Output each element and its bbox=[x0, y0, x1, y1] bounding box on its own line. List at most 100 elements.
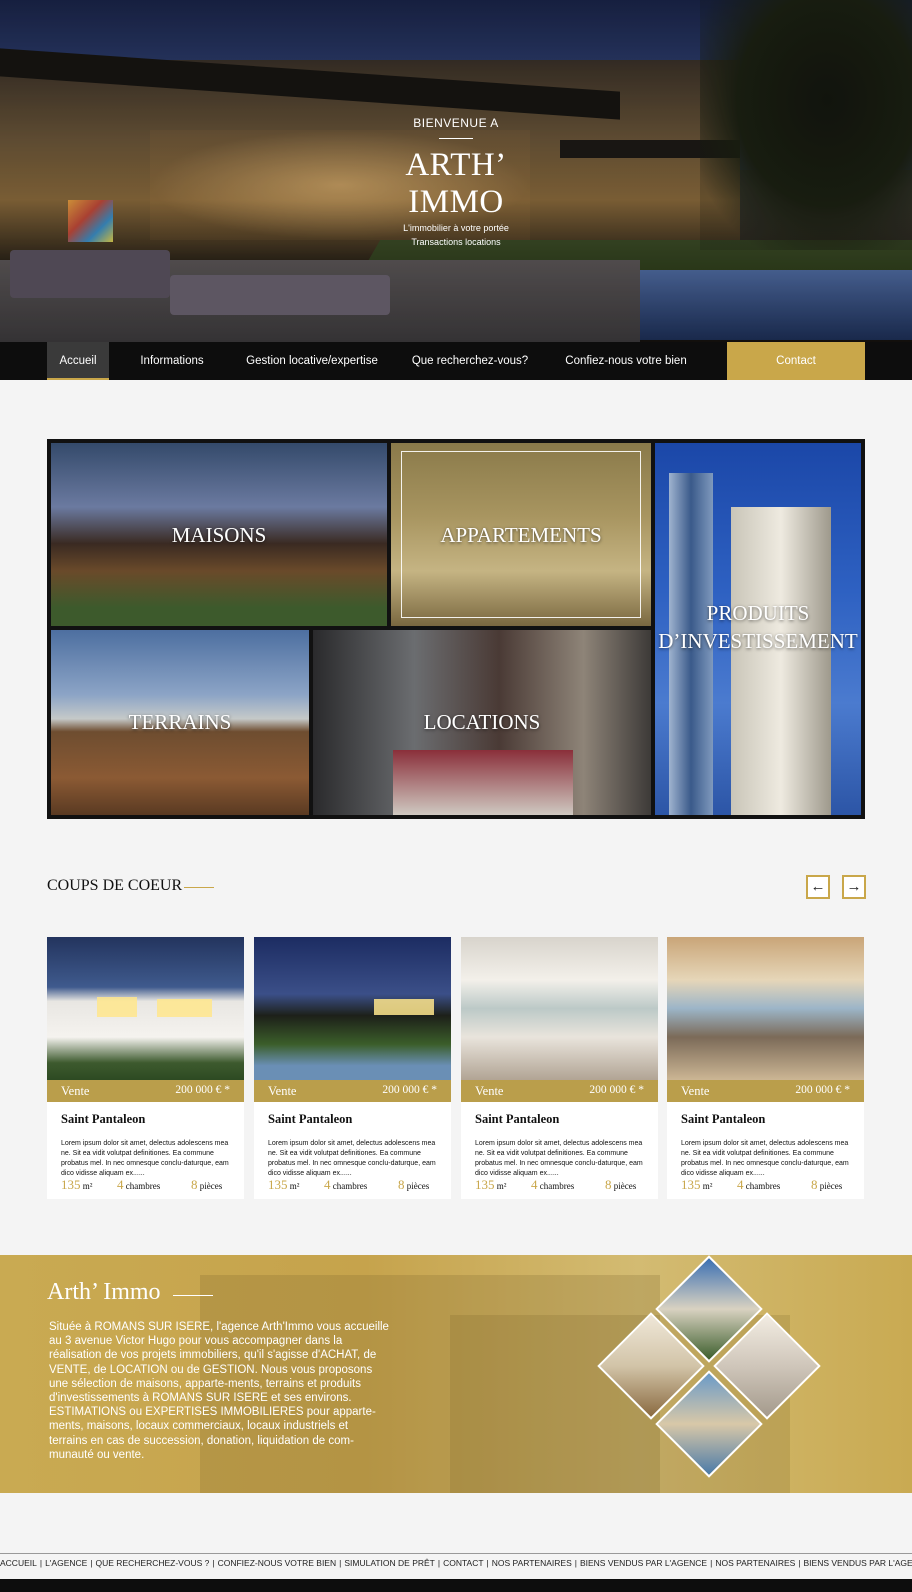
hero-subtitle-1: L'immobilier à votre portée bbox=[403, 223, 509, 233]
footer-link-confiez[interactable]: CONFIEZ-NOUS VOTRE BIEN bbox=[218, 1558, 337, 1568]
property-city: Saint Pantaleon bbox=[475, 1112, 560, 1126]
lit-window bbox=[157, 999, 212, 1017]
nav-item-que-recherchez[interactable]: Que recherchez-vous? bbox=[405, 342, 535, 380]
tile-appartements[interactable]: APPARTEMENTS bbox=[391, 443, 651, 626]
property-city: Saint Pantaleon bbox=[268, 1112, 353, 1126]
footer-link-accueil[interactable]: ACCUEIL bbox=[0, 1558, 37, 1568]
footer-separator: | bbox=[798, 1558, 801, 1568]
hero-kicker: BIENVENUE A bbox=[413, 116, 499, 130]
property-rooms: 4 bbox=[737, 1177, 744, 1192]
tile-locations-label: LOCATIONS bbox=[423, 710, 541, 734]
property-photo bbox=[667, 937, 864, 1080]
about-title: Arth’ Immo bbox=[47, 1279, 161, 1305]
footer-separator: | bbox=[574, 1558, 577, 1568]
property-surface: 135 bbox=[268, 1177, 288, 1192]
hero-text: BIENVENUE A ARTH’ IMMO L'immobilier à vo… bbox=[356, 116, 556, 249]
property-price-bar: Vente 200 000 € * bbox=[254, 1080, 451, 1102]
nav-item-informations[interactable]: Informations bbox=[124, 342, 220, 380]
bottom-bar bbox=[0, 1579, 912, 1592]
footer-separator: | bbox=[437, 1558, 441, 1568]
section-title-rule bbox=[184, 887, 214, 888]
property-surface: 135 bbox=[475, 1177, 495, 1192]
property-photo bbox=[254, 937, 451, 1080]
property-price: 200 000 € * bbox=[175, 1084, 230, 1096]
property-pieces-label: pièces bbox=[613, 1181, 637, 1191]
property-surface-unit: m² bbox=[702, 1181, 713, 1191]
property-surface-unit: m² bbox=[496, 1181, 507, 1191]
property-card[interactable]: Vente 200 000 € * Saint Pantaleon Lorem … bbox=[461, 937, 658, 1199]
page: BIENVENUE A ARTH’ IMMO L'immobilier à vo… bbox=[0, 0, 912, 1592]
carousel-next-button[interactable]: → bbox=[842, 875, 866, 899]
about-title-rule bbox=[173, 1295, 213, 1296]
property-price-bar: Vente 200 000 € * bbox=[47, 1080, 244, 1102]
property-surface: 135 bbox=[61, 1177, 81, 1192]
property-rooms: 4 bbox=[531, 1177, 538, 1192]
tile-locations[interactable]: LOCATIONS bbox=[313, 630, 651, 815]
property-surface: 135 bbox=[681, 1177, 701, 1192]
footer-link-partenaires[interactable]: NOS PARTENAIRES bbox=[492, 1558, 572, 1568]
footer-link-biens-vendus-2[interactable]: BIENS VENDUS PAR L'AGENCE bbox=[804, 1558, 912, 1568]
property-rooms-label: chambres bbox=[745, 1181, 781, 1191]
hero-banner: BIENVENUE A ARTH’ IMMO L'immobilier à vo… bbox=[0, 0, 912, 342]
property-pieces: 8 bbox=[398, 1177, 405, 1192]
about-section: Arth’ Immo Située à ROMANS SUR ISERE, l'… bbox=[0, 1255, 912, 1493]
property-pieces: 8 bbox=[811, 1177, 818, 1192]
property-card[interactable]: Vente 200 000 € * Saint Pantaleon Lorem … bbox=[254, 937, 451, 1199]
property-price-bar: Vente 200 000 € * bbox=[461, 1080, 658, 1102]
section-title-coups-de-coeur: COUPS DE COEUR bbox=[47, 877, 183, 894]
property-photo bbox=[461, 937, 658, 1080]
footer-link-biens-vendus[interactable]: BIENS VENDUS PAR L'AGENCE bbox=[580, 1558, 707, 1568]
nav-item-accueil[interactable]: Accueil bbox=[47, 342, 109, 380]
tile-produits-investissement[interactable]: PRODUITS D’INVESTISSEMENT bbox=[655, 443, 861, 815]
hero-divider bbox=[439, 138, 473, 139]
footer-link-contact[interactable]: CONTACT bbox=[443, 1558, 483, 1568]
footer-links: ACCUEIL | L'AGENCE | QUE RECHERCHEZ-VOUS ? | C… bbox=[0, 1558, 912, 1568]
footer-link-simulation[interactable]: SIMULATION DE PRÊT bbox=[344, 1558, 435, 1568]
property-rooms-label: chambres bbox=[539, 1181, 575, 1191]
property-price-bar: Vente 200 000 € * bbox=[667, 1080, 864, 1102]
property-price: 200 000 € * bbox=[795, 1084, 850, 1096]
lit-window bbox=[374, 999, 434, 1015]
property-description: Lorem ipsum dolor sit amet, delectus ado… bbox=[681, 1140, 849, 1177]
property-price: 200 000 € * bbox=[382, 1084, 437, 1096]
footer-link-partenaires-2[interactable]: NOS PARTENAIRES bbox=[715, 1558, 795, 1568]
carousel-prev-button[interactable]: ← bbox=[806, 875, 830, 899]
about-text: Située à ROMANS SUR ISERE, l'agence Arth… bbox=[49, 1321, 389, 1461]
property-type: Vente bbox=[61, 1084, 90, 1098]
property-type: Vente bbox=[475, 1084, 504, 1098]
tile-tower-stone bbox=[731, 507, 831, 815]
contact-button[interactable]: Contact bbox=[727, 342, 865, 380]
property-description: Lorem ipsum dolor sit amet, delectus ado… bbox=[268, 1140, 436, 1177]
property-surface-unit: m² bbox=[82, 1181, 93, 1191]
nav-item-confiez[interactable]: Confiez-nous votre bien bbox=[556, 342, 696, 380]
property-card[interactable]: Vente 200 000 € * Saint Pantaleon Lorem … bbox=[667, 937, 864, 1199]
footer-separator: | bbox=[486, 1558, 489, 1568]
property-type: Vente bbox=[681, 1084, 710, 1098]
tile-maisons-label: MAISONS bbox=[171, 523, 267, 547]
tile-maisons[interactable]: MAISONS bbox=[51, 443, 387, 626]
property-rooms: 4 bbox=[324, 1177, 331, 1192]
tile-terrains-label: TERRAINS bbox=[128, 710, 232, 734]
property-description: Lorem ipsum dolor sit amet, delectus ado… bbox=[475, 1140, 643, 1177]
property-rooms-label: chambres bbox=[332, 1181, 368, 1191]
footer-link-que-recherchez[interactable]: QUE RECHERCHEZ-VOUS ? bbox=[96, 1558, 210, 1568]
property-card[interactable]: Vente 200 000 € * Saint Pantaleon Lorem … bbox=[47, 937, 244, 1199]
property-pieces-label: pièces bbox=[199, 1181, 223, 1191]
nav-item-gestion[interactable]: Gestion locative/expertise bbox=[238, 342, 386, 380]
main-nav: Accueil Informations Gestion locative/ex… bbox=[0, 342, 912, 380]
property-pieces: 8 bbox=[191, 1177, 198, 1192]
property-type: Vente bbox=[268, 1084, 297, 1098]
arrow-left-icon: ← bbox=[810, 878, 826, 895]
tile-terrains[interactable]: TERRAINS bbox=[51, 630, 309, 815]
property-city: Saint Pantaleon bbox=[61, 1112, 146, 1126]
property-pieces-label: pièces bbox=[406, 1181, 430, 1191]
property-city: Saint Pantaleon bbox=[681, 1112, 766, 1126]
footer-link-agence[interactable]: L'AGENCE bbox=[45, 1558, 87, 1568]
tile-produits-label-2: D’INVESTISSEMENT bbox=[658, 629, 858, 653]
property-rooms-label: chambres bbox=[125, 1181, 161, 1191]
hero-subtitle-2: Transactions locations bbox=[411, 237, 501, 247]
arrow-right-icon: → bbox=[846, 878, 862, 895]
tile-dining-table bbox=[393, 750, 573, 815]
property-rooms: 4 bbox=[117, 1177, 124, 1192]
tile-appartements-label: APPARTEMENTS bbox=[440, 523, 602, 547]
